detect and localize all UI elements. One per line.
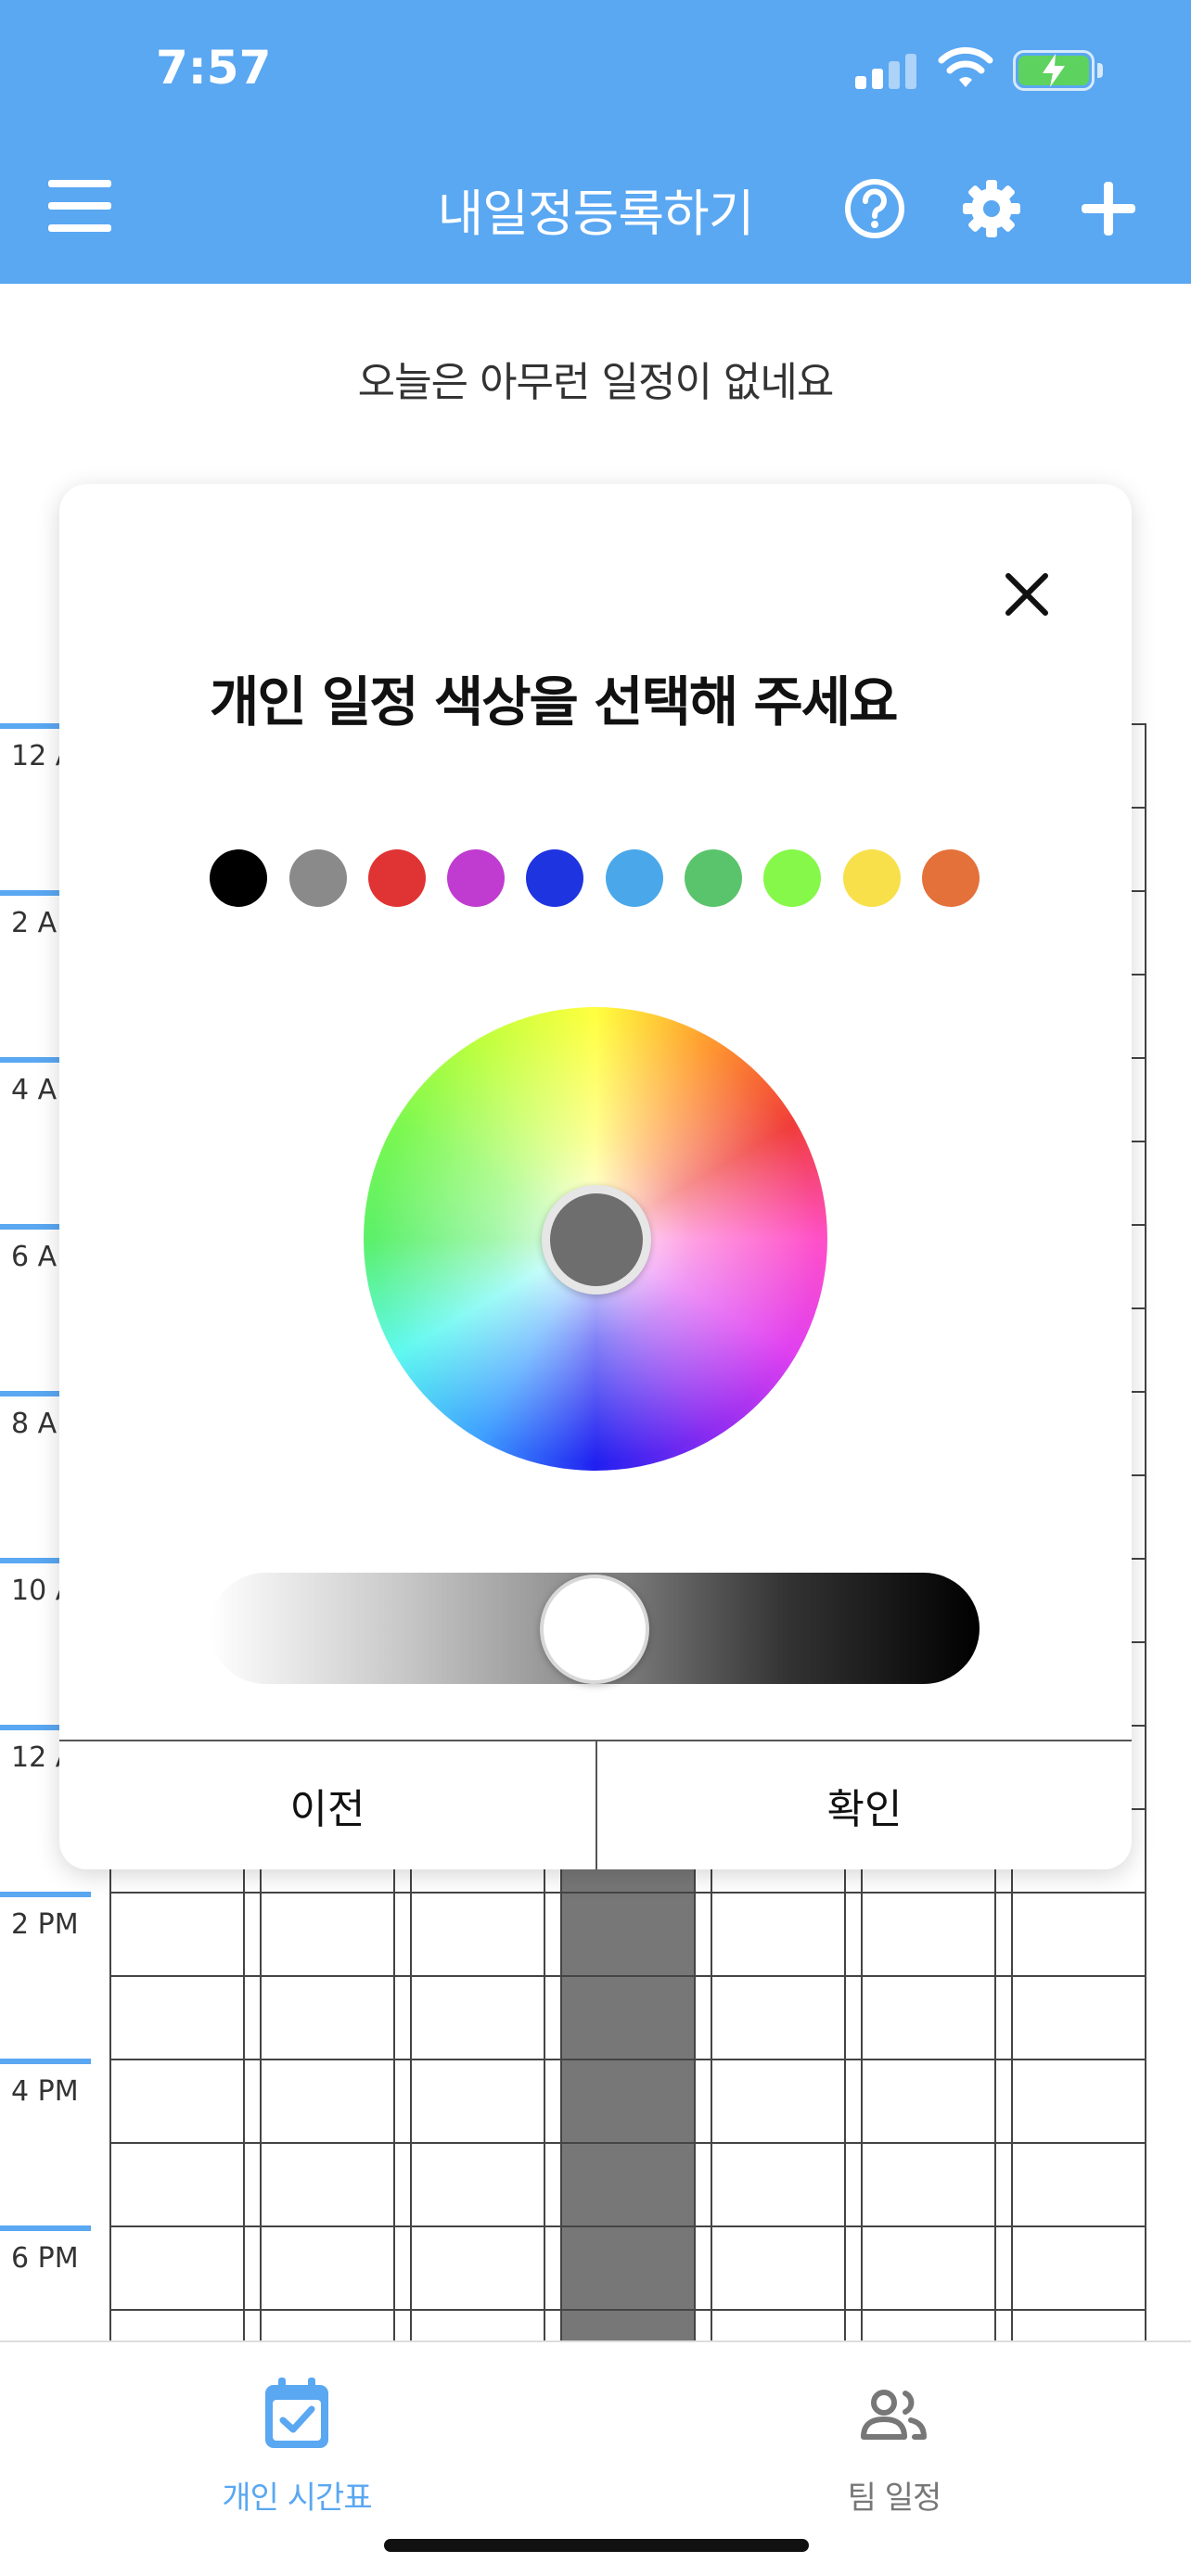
tab-team-schedule[interactable]: 팀 일정 bbox=[746, 2365, 1043, 2522]
color-swatch[interactable] bbox=[526, 849, 583, 907]
previous-button[interactable]: 이전 bbox=[59, 1741, 596, 1869]
status-time: 7:57 bbox=[156, 41, 272, 95]
plus-icon[interactable] bbox=[1080, 180, 1137, 237]
color-swatch[interactable] bbox=[447, 849, 505, 907]
color-swatch[interactable] bbox=[922, 849, 980, 907]
time-label: 6 A bbox=[11, 1241, 58, 1273]
battery-icon bbox=[1013, 50, 1104, 91]
tab-label: 개인 시간표 bbox=[222, 2480, 372, 2517]
time-label: 2 PM bbox=[11, 1908, 79, 1941]
color-picker-dialog: 개인 일정 색상을 선택해 주세요 이전 확인 bbox=[59, 484, 1132, 1869]
home-indicator bbox=[384, 2539, 809, 2552]
time-label: 4 A bbox=[11, 1074, 58, 1106]
color-swatch[interactable] bbox=[368, 849, 426, 907]
help-icon[interactable] bbox=[844, 178, 905, 239]
time-label: 2 A bbox=[11, 907, 58, 939]
color-swatch[interactable] bbox=[685, 849, 742, 907]
color-swatch[interactable] bbox=[289, 849, 347, 907]
brightness-slider-knob[interactable] bbox=[540, 1575, 649, 1684]
color-swatch[interactable] bbox=[843, 849, 901, 907]
empty-schedule-message: 오늘은 아무런 일정이 없네요 bbox=[357, 359, 835, 406]
dialog-title: 개인 일정 색상을 선택해 주세요 bbox=[210, 670, 898, 733]
tab-personal-timetable[interactable]: 개인 시간표 bbox=[148, 2365, 445, 2522]
color-swatch-row bbox=[210, 849, 1044, 909]
top-app-bar: 7:57 내일정등록하기 bbox=[0, 0, 1191, 284]
gear-icon[interactable] bbox=[961, 178, 1022, 239]
color-swatch[interactable] bbox=[210, 849, 267, 907]
time-label: 8 A bbox=[11, 1408, 58, 1440]
cellular-signal-icon bbox=[855, 52, 920, 89]
close-icon[interactable] bbox=[996, 564, 1057, 625]
time-label: 6 PM bbox=[11, 2242, 79, 2275]
tab-label: 팀 일정 bbox=[847, 2480, 942, 2517]
confirm-button[interactable]: 확인 bbox=[597, 1741, 1132, 1869]
people-icon bbox=[861, 2390, 927, 2440]
color-wheel-handle[interactable] bbox=[542, 1185, 651, 1294]
color-swatch[interactable] bbox=[606, 849, 663, 907]
calendar-check-icon bbox=[265, 2378, 328, 2448]
color-swatch[interactable] bbox=[763, 849, 821, 907]
time-label: 4 PM bbox=[11, 2075, 79, 2108]
wifi-icon bbox=[938, 46, 993, 87]
